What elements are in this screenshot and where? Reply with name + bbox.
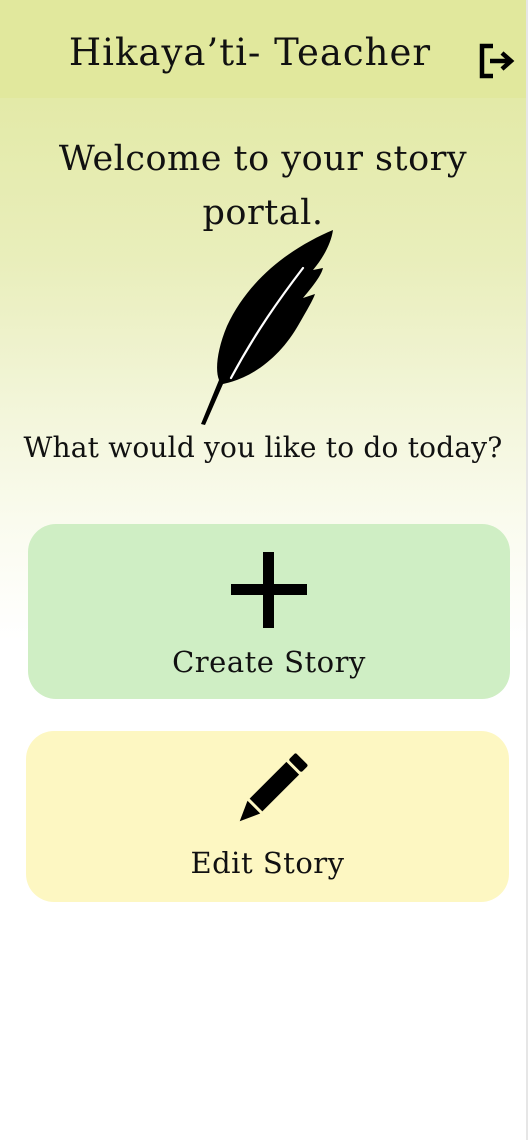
app-header: Hikaya’ti- Teacher <box>0 0 526 98</box>
plus-icon <box>231 552 307 628</box>
quill-feather-icon <box>201 230 333 425</box>
create-story-label: Create Story <box>172 645 366 679</box>
action-prompt: What would you like to do today? <box>23 431 503 464</box>
logout-button[interactable] <box>476 40 518 82</box>
logout-icon <box>479 43 515 79</box>
create-story-button[interactable]: Create Story <box>28 524 510 699</box>
edit-story-button[interactable]: Edit Story <box>26 731 509 902</box>
pencil-icon <box>239 753 307 822</box>
app-title: Hikaya’ti- Teacher <box>68 31 432 74</box>
welcome-heading: Welcome to your story portal. <box>58 139 468 233</box>
teacher-home-screen: Hikaya’ti- Teacher Welcome to your story… <box>0 0 526 1140</box>
edit-story-label: Edit Story <box>190 846 345 880</box>
